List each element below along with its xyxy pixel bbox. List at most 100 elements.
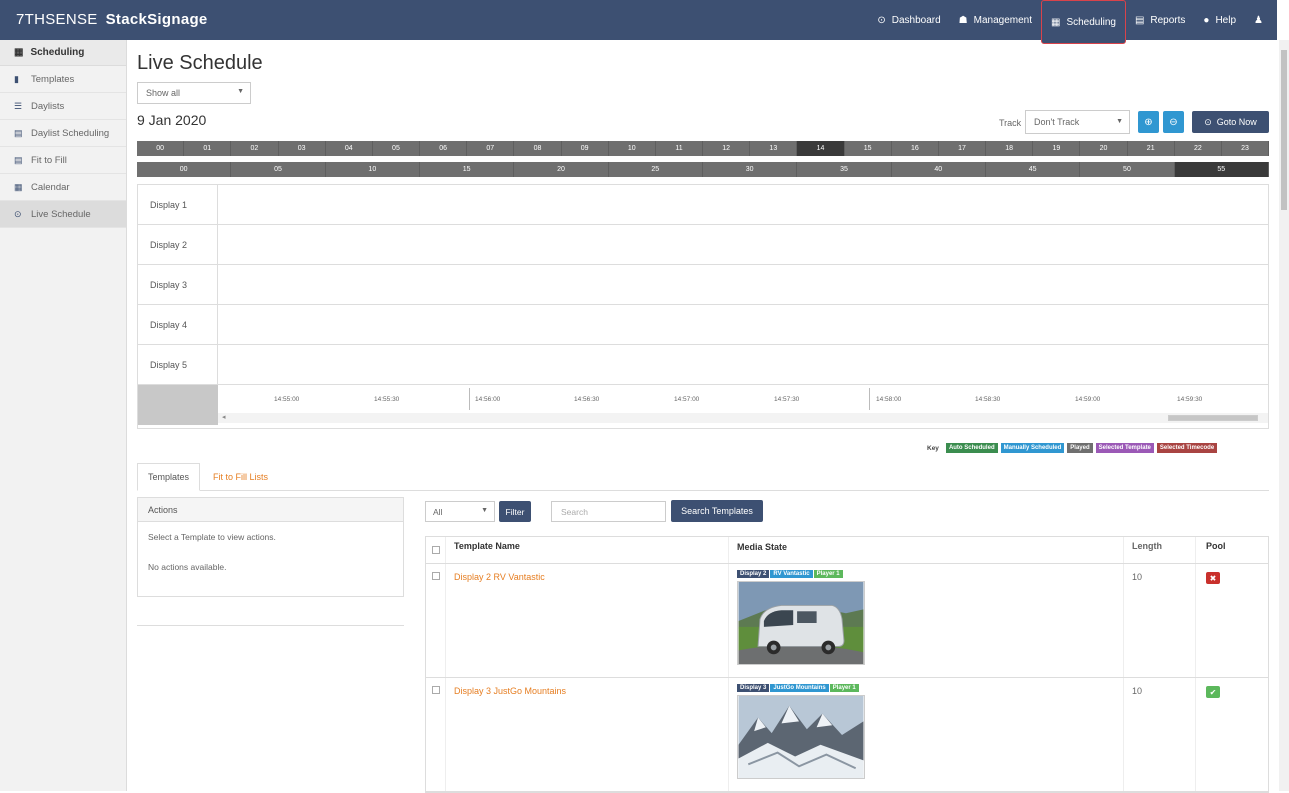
minute-cell[interactable]: 05 [231,162,326,177]
hour-cell[interactable]: 20 [1080,141,1128,156]
show-filter-select[interactable]: Show all ▼ [137,82,251,104]
hour-cell[interactable]: 05 [373,141,421,156]
template-link[interactable]: Display 3 JustGo Mountains [454,686,566,696]
minute-cell[interactable]: 15 [420,162,515,177]
minute-cell[interactable]: 10 [326,162,420,177]
brand-logo[interactable]: 7THSENSE StackSignage [16,11,208,28]
hour-cell[interactable]: 21 [1128,141,1175,156]
nav-management[interactable]: ☗ Management [950,0,1041,40]
minute-cell[interactable]: 45 [986,162,1081,177]
sidebar-item-calendar[interactable]: ▦ Calendar [0,174,126,201]
hour-cell[interactable]: 23 [1222,141,1270,156]
hour-cell[interactable]: 06 [420,141,468,156]
minute-cell[interactable]: 20 [514,162,609,177]
display-track[interactable] [218,265,1268,304]
player-badge: Player 1 [813,570,843,578]
show-filter-value: Show all [146,88,181,98]
sidebar-item-templates[interactable]: ▮ Templates [0,66,126,93]
zoom-out-button[interactable]: ⊖ [1163,111,1184,133]
row-checkbox[interactable] [431,572,440,580]
minute-cell[interactable]: 25 [609,162,703,177]
management-icon: ☗ [958,14,968,26]
display-track[interactable] [218,305,1268,344]
nav-user[interactable]: ♟ [1245,0,1277,40]
display-track[interactable] [218,225,1268,264]
table-row[interactable]: Display 3 JustGo Mountains Display 3 Jus… [426,678,1268,792]
nav-help-label: Help [1215,14,1237,26]
hour-cell[interactable]: 15 [845,141,892,156]
filter-button[interactable]: Filter [499,501,531,522]
display-row: Display 2 [138,225,1268,265]
timeline-scroll-thumb[interactable] [1168,415,1258,421]
search-input[interactable]: Search [551,501,666,522]
display-row: Display 4 [138,305,1268,345]
minute-cell[interactable]: 40 [892,162,986,177]
nav-dashboard[interactable]: ⊙ Dashboard [868,0,949,40]
zoom-in-button[interactable]: ⊕ [1138,111,1159,133]
hour-cell[interactable]: 04 [326,141,373,156]
daylist-scheduling-icon: ▤ [14,127,23,138]
sidebar-item-live-schedule[interactable]: ⊙ Live Schedule [0,201,126,228]
row-select-cell [426,564,446,677]
hour-cell[interactable]: 08 [514,141,562,156]
hour-cell[interactable]: 00 [137,141,185,156]
header-pool[interactable]: Pool [1196,537,1268,563]
hour-bar: 00 01 02 03 04 05 06 07 08 09 10 11 12 1… [137,141,1270,156]
minute-cell[interactable]: 00 [137,162,232,177]
time-tick: 14:58:30 [975,396,1001,403]
minute-cell[interactable]: 30 [703,162,798,177]
hour-cell[interactable]: 01 [184,141,232,156]
pool-no-icon[interactable]: ✖ [1206,572,1220,584]
page-scrollbar[interactable] [1279,40,1289,791]
tab-fit-to-fill-lists[interactable]: Fit to Fill Lists [203,463,278,491]
hour-cell[interactable]: 12 [703,141,751,156]
sidebar-item-daylists[interactable]: ☰ Daylists [0,93,126,120]
clock-icon: ⊙ [1204,116,1212,127]
hour-cell[interactable]: 03 [279,141,326,156]
hour-cell[interactable]: 17 [939,141,987,156]
zoom-out-icon: ⊖ [1169,116,1178,128]
search-templates-button[interactable]: Search Templates [671,500,763,522]
nav-help[interactable]: ● Help [1194,0,1245,40]
hour-cell[interactable]: 11 [656,141,704,156]
minute-cell[interactable]: 50 [1080,162,1175,177]
hour-cell[interactable]: 22 [1175,141,1222,156]
minute-cell[interactable]: 35 [797,162,892,177]
nav-scheduling[interactable]: ▦ Scheduling [1041,0,1126,44]
page-scroll-thumb[interactable] [1281,50,1287,210]
template-link[interactable]: Display 2 RV Vantastic [454,572,545,582]
brand-mark: 7THSENSE [16,11,98,28]
pool-yes-icon[interactable]: ✔ [1206,686,1220,698]
hour-cell[interactable]: 10 [609,141,656,156]
actions-empty: No actions available. [148,562,227,572]
template-filter-select[interactable]: All ▼ [425,501,495,522]
nav-management-label: Management [973,14,1032,26]
nav-reports[interactable]: ▤ Reports [1126,0,1194,40]
select-all-checkbox[interactable] [431,546,440,554]
hour-cell[interactable]: 02 [231,141,279,156]
goto-now-button[interactable]: ⊙ Goto Now [1192,111,1269,133]
header-length[interactable]: Length [1124,537,1196,563]
hour-cell[interactable]: 09 [562,141,609,156]
scroll-left-icon[interactable]: ◂ [222,413,226,421]
main-content: Live Schedule Show all ▼ 9 Jan 2020 Trac… [137,40,1270,793]
sidebar-item-daylist-scheduling[interactable]: ▤ Daylist Scheduling [0,120,126,147]
table-row[interactable]: Display 2 RV Vantastic Display 2 RV Vant… [426,564,1268,678]
minute-cell-current[interactable]: 55 [1174,162,1269,177]
hour-cell[interactable]: 19 [1033,141,1081,156]
header-template-name[interactable]: Template Name [446,537,729,563]
tab-templates[interactable]: Templates [137,463,201,491]
display-track[interactable] [218,345,1268,384]
sidebar-item-fit-to-fill[interactable]: ▤ Fit to Fill [0,147,126,174]
hour-cell[interactable]: 18 [986,141,1034,156]
row-checkbox[interactable] [431,686,440,694]
display-track[interactable] [218,185,1268,224]
track-select[interactable]: Don't Track ▼ [1025,110,1130,134]
sidebar-item-label: Fit to Fill [31,154,67,166]
hour-cell-current[interactable]: 14 [797,141,845,156]
hour-cell[interactable]: 07 [467,141,515,156]
header-media-state[interactable]: Media State [729,537,1124,563]
hour-cell[interactable]: 16 [892,141,939,156]
hour-cell[interactable]: 13 [750,141,798,156]
timeline-scrollbar[interactable]: ◂ [218,413,1268,423]
